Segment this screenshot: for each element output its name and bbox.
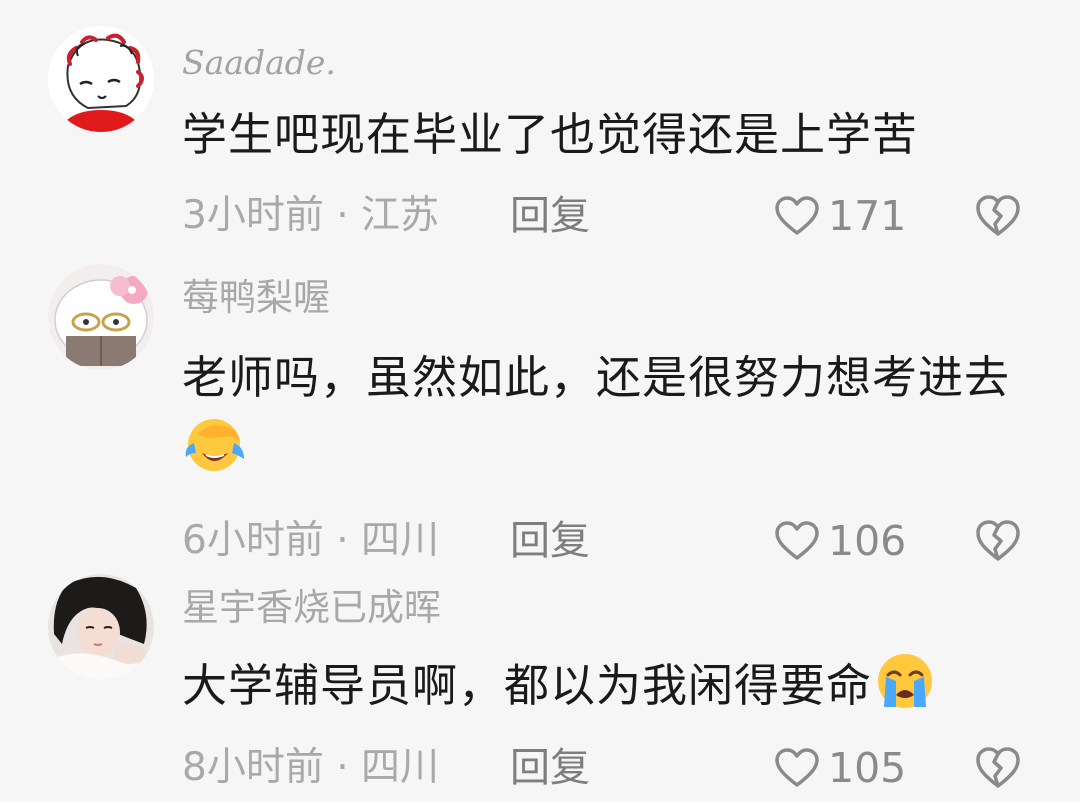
username[interactable]: Saadade. [182, 41, 336, 85]
comment-location: 四川 [361, 518, 440, 563]
comment-text: 大学辅导员啊，都以为我闲得要命 [182, 651, 1032, 721]
avatar[interactable] [48, 574, 154, 680]
comment-location: 江苏 [361, 193, 440, 238]
crying-face-emoji [872, 651, 938, 711]
comment-text-body: 老师吗，虽然如此，还是很努力想考进去 [182, 351, 1011, 404]
like-button[interactable]: 171 [774, 191, 906, 241]
comment-time: 8小时前 [182, 745, 324, 790]
comment-meta: 3小时前 · 江苏 [182, 191, 439, 241]
avatar[interactable] [48, 26, 154, 132]
comment-location: 四川 [361, 745, 440, 790]
username[interactable]: 星宇香烧已成晖 [182, 586, 441, 630]
like-button[interactable]: 106 [774, 516, 906, 566]
broken-heart-icon[interactable] [974, 518, 1022, 564]
reply-button[interactable]: 回复 [510, 516, 590, 566]
heart-outline-icon [774, 747, 820, 789]
username[interactable]: 莓鸭梨喔 [182, 276, 330, 320]
reply-button[interactable]: 回复 [510, 191, 590, 241]
heart-outline-icon [774, 195, 820, 237]
comment-text: 老师吗，虽然如此，还是很努力想考进去 [182, 343, 1032, 483]
meta-separator: · [323, 745, 362, 790]
comment-text-body: 大学辅导员啊，都以为我闲得要命 [182, 659, 873, 712]
reply-button[interactable]: 回复 [510, 743, 590, 793]
like-button[interactable]: 105 [774, 743, 906, 793]
broken-heart-icon[interactable] [974, 193, 1022, 239]
avatar[interactable] [48, 264, 154, 370]
like-count: 171 [828, 192, 907, 240]
comment-text-body: 学生吧现在毕业了也觉得还是上学苦 [182, 108, 919, 161]
comment-time: 3小时前 [182, 193, 324, 238]
meta-separator: · [323, 193, 362, 238]
like-count: 106 [828, 517, 907, 565]
heart-outline-icon [774, 520, 820, 562]
comment-meta: 8小时前 · 四川 [182, 743, 439, 793]
meta-separator: · [323, 518, 362, 563]
face-palm-tears-emoji [182, 413, 248, 473]
broken-heart-icon[interactable] [974, 745, 1022, 791]
comment-text: 学生吧现在毕业了也觉得还是上学苦 [182, 100, 1032, 170]
comment-meta: 6小时前 · 四川 [182, 516, 439, 566]
like-count: 105 [828, 744, 907, 792]
comment-time: 6小时前 [182, 518, 324, 563]
